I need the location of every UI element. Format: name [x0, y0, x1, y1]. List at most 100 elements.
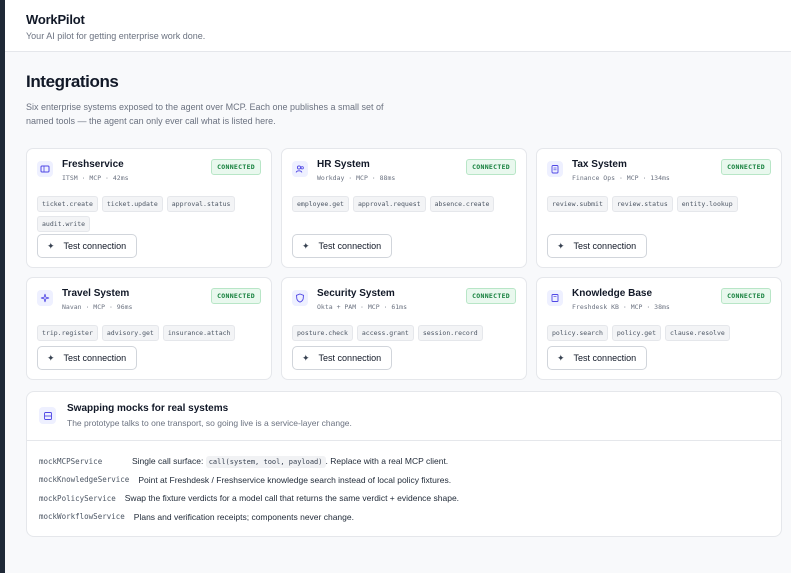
service-name: mockPolicyService [39, 493, 116, 503]
mock-service-list: mockMCPService Single call surface: call… [27, 441, 781, 526]
sparkle-icon: ✦ [302, 352, 310, 363]
sparkle-icon: ✦ [47, 352, 55, 363]
test-connection-button[interactable]: ✦ Test connection [37, 346, 138, 370]
integration-meta: Workday · MCP · 88ms [317, 174, 396, 182]
app-header: WorkPilot Your AI pilot for getting ente… [5, 0, 791, 52]
book-icon [547, 290, 563, 306]
integration-card-travel-system: Travel System Navan · MCP · 96ms CONNECT… [26, 277, 272, 380]
page: WorkPilot Your AI pilot for getting ente… [5, 0, 791, 573]
test-connection-button[interactable]: ✦ Test connection [547, 234, 648, 258]
test-connection-button[interactable]: ✦ Test connection [547, 346, 648, 370]
test-connection-label: Test connection [318, 353, 382, 363]
service-name: mockWorkflowService [39, 512, 125, 522]
test-connection-label: Test connection [573, 241, 637, 251]
service-description-text: Single call surface: [132, 456, 206, 467]
integration-card-hr-system: HR System Workday · MCP · 88ms CONNECTED… [281, 148, 527, 268]
integration-name: Knowledge Base [572, 288, 653, 299]
tool-tag: posture.check [292, 325, 353, 341]
test-connection-button[interactable]: ✦ Test connection [292, 346, 393, 370]
tool-list: employee.get approval.request absence.cr… [292, 196, 516, 212]
status-badge: CONNECTED [466, 288, 516, 304]
sparkle-icon: ✦ [47, 240, 55, 251]
status-badge: CONNECTED [721, 288, 771, 304]
test-connection-label: Test connection [63, 241, 127, 251]
users-icon [292, 161, 308, 177]
test-connection-label: Test connection [318, 241, 382, 251]
tool-tag: access.grant [356, 325, 414, 341]
sparkle-icon: ✦ [302, 240, 310, 251]
integration-name: HR System [317, 159, 370, 170]
integration-card-security-system: Security System Okta + PAM · MCP · 61ms … [281, 277, 527, 380]
tool-tag: approval.request [352, 196, 426, 212]
mock-swap-title: Swapping mocks for real systems [67, 403, 229, 414]
status-badge: CONNECTED [721, 159, 771, 175]
tool-tag: ticket.create [37, 196, 98, 212]
mock-service-row: mockMCPService Single call surface: call… [39, 452, 781, 471]
status-badge: CONNECTED [466, 159, 516, 175]
shield-icon [292, 290, 308, 306]
integration-card-tax-system: Tax System Finance Ops · MCP · 134ms CON… [536, 148, 782, 268]
integration-meta: ITSM · MCP · 42ms [62, 174, 129, 182]
integration-meta: Finance Ops · MCP · 134ms [572, 174, 670, 182]
integration-card-freshservice: Freshservice ITSM · MCP · 42ms CONNECTED… [26, 148, 272, 268]
mock-service-row: mockKnowledgeService Point at Freshdesk … [39, 471, 781, 490]
tool-list: policy.search policy.get clause.resolve [547, 325, 771, 341]
integrations-grid: Freshservice ITSM · MCP · 42ms CONNECTED… [26, 148, 782, 380]
tool-list: review.submit review.status entity.looku… [547, 196, 771, 212]
test-connection-label: Test connection [573, 353, 637, 363]
tool-tag: entity.lookup [676, 196, 738, 212]
tool-tag: clause.resolve [665, 325, 730, 341]
service-description: Single call surface: call(system, tool, … [132, 456, 449, 469]
tool-tag: advisory.get [101, 325, 159, 341]
tool-tag: absence.create [429, 196, 495, 212]
tool-tag: insurance.attach [162, 325, 236, 341]
service-description: Plans and verification receipts; compone… [133, 511, 354, 522]
mock-swap-subtitle: The prototype talks to one transport, so… [67, 418, 352, 428]
test-connection-label: Test connection [63, 353, 127, 363]
integration-name: Travel System [62, 288, 130, 299]
tool-tag: policy.search [547, 325, 608, 341]
ticket-icon [37, 161, 53, 177]
tool-tag: policy.get [611, 325, 662, 341]
service-name: mockKnowledgeService [39, 475, 130, 485]
tool-tag: employee.get [292, 196, 349, 212]
test-connection-button[interactable]: ✦ Test connection [292, 234, 393, 258]
tool-tag: approval.status [166, 196, 236, 212]
service-name: mockMCPService [39, 456, 103, 466]
tool-list: trip.register advisory.get insurance.att… [37, 325, 261, 341]
integration-meta: Freshdesk KB · MCP · 38ms [572, 303, 670, 311]
tool-list: ticket.create ticket.update approval.sta… [37, 196, 261, 232]
mock-service-row: mockPolicyService Swap the fixture verdi… [39, 489, 781, 508]
service-description: Point at Freshdesk / Freshservice knowle… [138, 474, 452, 485]
layers-icon [39, 407, 56, 424]
status-badge: CONNECTED [211, 159, 261, 175]
integration-name: Security System [317, 288, 395, 299]
plane-icon [37, 290, 53, 306]
page-description: Six enterprise systems exposed to the ag… [26, 102, 384, 126]
tool-tag: session.record [417, 325, 483, 341]
clipboard-icon [547, 161, 563, 177]
service-description-tail: . Replace with a real MCP client. [325, 456, 449, 467]
mock-service-row: mockWorkflowService Plans and verificati… [39, 508, 781, 527]
brand-name[interactable]: WorkPilot [26, 12, 791, 27]
integration-meta: Okta + PAM · MCP · 61ms [317, 303, 408, 311]
integration-name: Tax System [572, 159, 627, 170]
page-title: Integrations [26, 72, 119, 91]
tool-tag: ticket.update [101, 196, 163, 212]
test-connection-button[interactable]: ✦ Test connection [37, 234, 138, 258]
integrations-intro: Integrations Six enterprise systems expo… [5, 52, 791, 128]
tool-tag: audit.write [37, 216, 91, 232]
tool-tag: review.submit [547, 196, 608, 212]
tool-tag: review.status [611, 196, 673, 212]
integration-meta: Navan · MCP · 96ms [62, 303, 133, 311]
integration-card-knowledge-base: Knowledge Base Freshdesk KB · MCP · 38ms… [536, 277, 782, 380]
code-snippet: call(system, tool, payload) [205, 456, 326, 469]
brand-tagline: Your AI pilot for getting enterprise wor… [26, 31, 206, 41]
tool-list: posture.check access.grant session.recor… [292, 325, 516, 341]
mock-swap-panel: Swapping mocks for real systems The prot… [26, 391, 782, 537]
integration-name: Freshservice [62, 159, 124, 170]
tool-tag: trip.register [37, 325, 98, 341]
sparkle-icon: ✦ [557, 240, 565, 251]
service-description: Swap the fixture verdicts for a model ca… [124, 493, 460, 504]
sparkle-icon: ✦ [557, 352, 565, 363]
